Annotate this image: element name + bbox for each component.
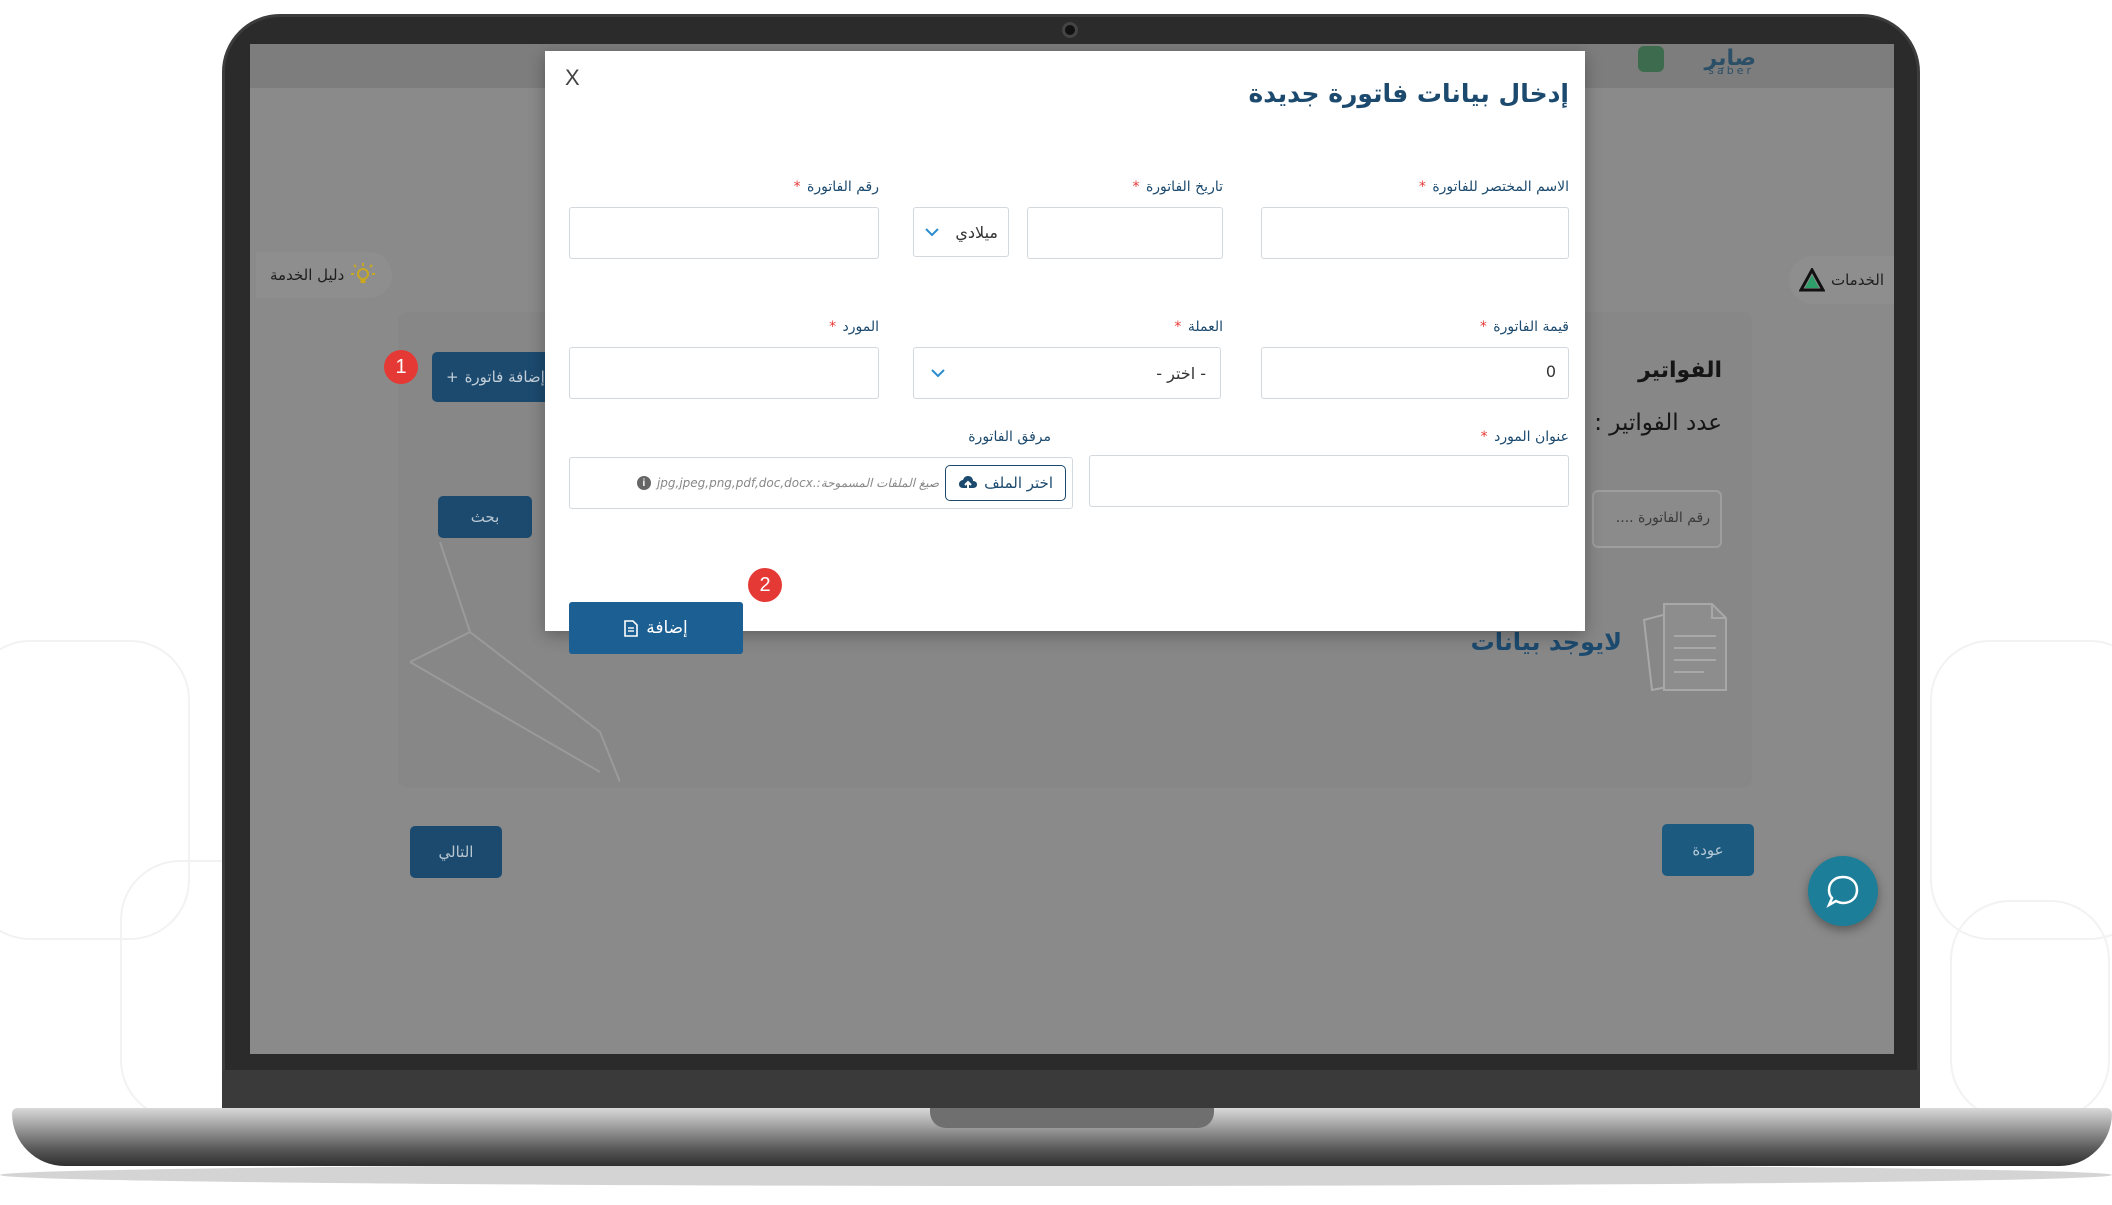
- laptop-notch: [930, 1108, 1214, 1128]
- attachment-field: اختر الملف صيغ الملفات المسموحة:.jpg,jpe…: [569, 457, 1073, 509]
- info-icon: i: [636, 476, 651, 490]
- supplier-label-text: المورد: [842, 319, 879, 335]
- invoice-value-input[interactable]: 0: [1261, 347, 1569, 399]
- saber-logo-mark: [1638, 46, 1664, 72]
- background-decoration: [1950, 900, 2110, 1120]
- new-invoice-modal: X إدخال بيانات فاتورة جديدة الاسم المختص…: [545, 51, 1585, 654]
- camera: [1062, 22, 1078, 38]
- invoice-date-input[interactable]: [1027, 207, 1223, 259]
- services-label: الخدمات: [1830, 271, 1884, 289]
- invoice-number-label: رقم الفاتورة *: [794, 179, 879, 195]
- cloud-upload-icon: [959, 476, 978, 491]
- invoice-value-label-text: قيمة الفاتورة: [1493, 319, 1569, 335]
- invoice-search-input[interactable]: رقم الفاتورة ....: [1592, 490, 1722, 548]
- chevron-down-icon: [925, 228, 939, 237]
- supplier-label: المورد *: [829, 319, 879, 335]
- invoice-number-label-text: رقم الفاتورة: [807, 179, 879, 195]
- required-mark: *: [1174, 319, 1182, 335]
- chat-button[interactable]: [1808, 856, 1878, 926]
- add-invoice-button[interactable]: + إضافة فاتورة: [432, 352, 552, 402]
- required-mark: *: [1480, 429, 1488, 445]
- calendar-type-value: ميلادي: [955, 222, 998, 242]
- plus-icon: +: [446, 368, 459, 386]
- service-guide-button[interactable]: دليل الخدمة: [256, 252, 393, 298]
- required-mark: *: [1418, 179, 1426, 195]
- back-button[interactable]: عودة: [1662, 824, 1754, 876]
- chat-icon: [1826, 875, 1859, 908]
- service-guide-label: دليل الخدمة: [270, 266, 345, 284]
- add-invoice-label: إضافة فاتورة: [464, 368, 545, 386]
- supplier-input[interactable]: [569, 347, 879, 399]
- brand-sub: saber: [1708, 64, 1754, 77]
- allowed-formats-hint: صيغ الملفات المسموحة:.jpg,jpeg,png,pdf,d…: [656, 476, 940, 490]
- currency-label-text: العملة: [1187, 319, 1223, 335]
- close-icon[interactable]: X: [565, 65, 580, 91]
- document-icon: [1642, 603, 1727, 692]
- invoice-value: 0: [1545, 362, 1556, 381]
- choose-file-button[interactable]: اختر الملف: [945, 465, 1066, 501]
- invoice-value-label: قيمة الفاتورة *: [1480, 319, 1569, 335]
- page-title: الفواتير: [1638, 358, 1722, 383]
- currency-label: العملة *: [1174, 319, 1223, 335]
- short-name-input[interactable]: [1261, 207, 1569, 259]
- submit-add-label: إضافة: [646, 618, 688, 638]
- short-name-label: الاسم المختصر للفاتورة *: [1419, 179, 1569, 195]
- invoice-date-label: تاريخ الفاتورة *: [1133, 179, 1224, 195]
- supplier-address-label-text: عنوان المورد: [1494, 429, 1569, 445]
- short-name-label-text: الاسم المختصر للفاتورة: [1432, 179, 1569, 195]
- required-mark: *: [1479, 319, 1487, 335]
- triangle-logo-icon: [1798, 268, 1825, 292]
- choose-file-label: اختر الملف: [984, 474, 1053, 492]
- attachment-label: مرفق الفاتورة: [968, 429, 1051, 445]
- background-decoration: [1930, 640, 2112, 940]
- required-mark: *: [829, 319, 837, 335]
- screen: صابر saber دليل الخدمة الخدمات الفواتير: [250, 44, 1894, 1054]
- invoice-number-input[interactable]: [569, 207, 879, 259]
- invoice-date-label-text: تاريخ الفاتورة: [1145, 179, 1223, 195]
- invoice-count-label: عدد الفواتير :: [1594, 410, 1722, 436]
- step-badge-2: 2: [748, 568, 782, 602]
- laptop-shadow: [0, 1164, 2112, 1186]
- supplier-address-input[interactable]: [1089, 455, 1569, 507]
- chevron-down-icon: [931, 369, 945, 378]
- modal-title: إدخال بيانات فاتورة جديدة: [1248, 79, 1570, 108]
- submit-add-button[interactable]: إضافة: [569, 602, 743, 654]
- stage: صابر saber دليل الخدمة الخدمات الفواتير: [0, 0, 2112, 1205]
- next-button[interactable]: التالي: [410, 826, 502, 878]
- saber-logo[interactable]: صابر saber: [1636, 44, 1756, 77]
- document-icon: [624, 619, 639, 637]
- supplier-address-label: عنوان المورد *: [1481, 429, 1569, 445]
- currency-value: - اختر -: [1156, 363, 1206, 383]
- step-badge-1: 1: [384, 350, 418, 384]
- calendar-type-select[interactable]: ميلادي: [913, 207, 1009, 257]
- currency-select[interactable]: - اختر -: [913, 347, 1221, 399]
- lightbulb-icon: [351, 263, 376, 283]
- services-button[interactable]: الخدمات: [1788, 256, 1894, 304]
- required-mark: *: [1132, 179, 1140, 195]
- no-data-text: لايوجد بيانات: [1470, 628, 1622, 656]
- required-mark: *: [793, 179, 801, 195]
